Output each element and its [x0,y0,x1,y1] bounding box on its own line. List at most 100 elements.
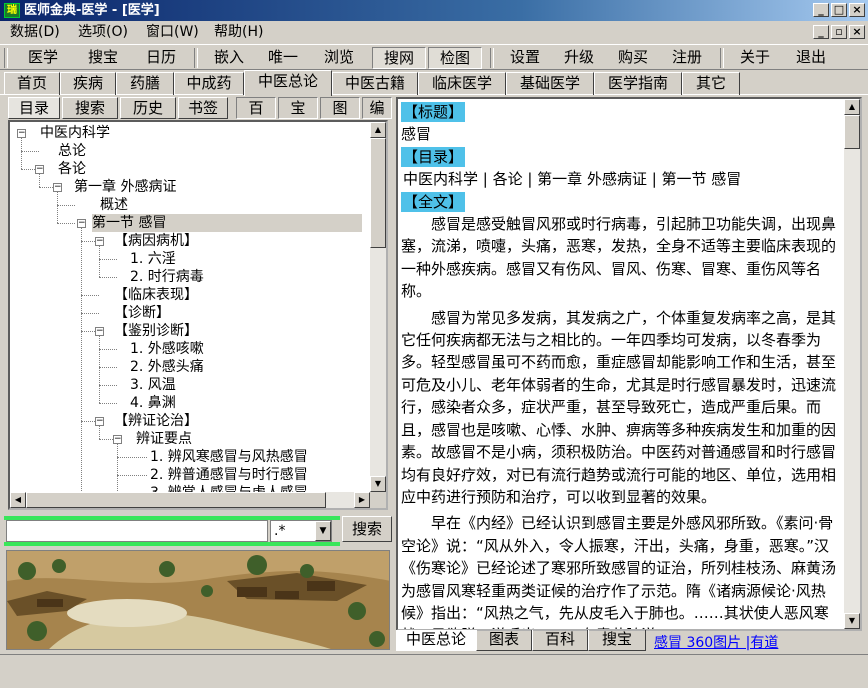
tree-node[interactable]: 【病因病机】 [114,232,198,250]
tab-tcm-article[interactable]: 中医总论 [396,630,476,651]
toolbar-about-button[interactable]: 关于 [730,47,780,69]
external-links[interactable]: 感冒 360图片 |有道 [654,632,778,652]
tree-node-selected[interactable]: 第一节 感冒 [92,214,362,232]
toc-heading-label: 【目录】 [401,146,466,167]
tab-baike[interactable]: 百 [236,97,276,119]
tab-edit[interactable]: 编 [362,97,392,119]
tree-node[interactable]: 1. 六淫 [130,250,176,268]
menu-data[interactable]: 数据(D) [6,23,64,41]
tab-history[interactable]: 历史 [120,97,176,119]
scroll-thumb[interactable] [26,492,326,508]
tab-disease[interactable]: 疾病 [60,72,116,95]
tab-treasure[interactable]: 宝 [278,97,318,119]
mdi-restore-button[interactable]: ▫ [831,25,847,39]
toolbar-exit-button[interactable]: 退出 [786,47,836,69]
tree-node[interactable]: 2. 辨普通感冒与时行感冒 [150,466,308,484]
tree-node[interactable]: 3. 风温 [130,376,176,394]
tree-expander[interactable]: − [17,129,26,138]
tree-node[interactable]: 2. 时行病毒 [130,268,204,286]
scroll-down-icon[interactable]: ▼ [370,476,386,492]
toolbar-embed-button[interactable]: 嵌入 [204,47,254,69]
scroll-thumb[interactable] [370,138,386,248]
tab-medical-guide[interactable]: 医学指南 [594,72,682,95]
tab-home[interactable]: 首页 [4,72,60,95]
tree-node[interactable]: 总论 [58,142,86,160]
article-paragraph: 感冒是感受触冒风邪或时行病毒，引起肺卫功能失调，出现鼻塞，流涕，喷嚏，头痛，恶寒… [401,215,837,301]
tab-other[interactable]: 其它 [682,72,740,95]
tree-expander[interactable]: − [77,219,86,228]
tree-horizontal-scrollbar[interactable]: ◀ ▶ [10,492,370,508]
mdi-minimize-button[interactable]: _ [813,25,829,39]
tab-diet[interactable]: 药膳 [116,72,174,95]
tree-node[interactable]: 各论 [58,160,86,178]
tree-vertical-scrollbar[interactable]: ▲ ▼ [370,122,386,492]
tree-node[interactable]: 1. 辨风寒感冒与风热感冒 [150,448,308,466]
scroll-up-icon[interactable]: ▲ [370,122,386,138]
mdi-close-button[interactable]: × [849,25,865,39]
tree-node[interactable]: 【诊断】 [114,304,170,322]
tab-catalog[interactable]: 目录 [8,97,60,119]
scroll-left-icon[interactable]: ◀ [10,492,26,508]
tree-node[interactable]: 辨证要点 [136,430,192,448]
search-button[interactable]: 搜索 [342,516,392,542]
tree-node[interactable]: 概述 [100,196,128,214]
tree-node[interactable]: 2. 外感头痛 [130,358,204,376]
tab-charts[interactable]: 图表 [476,630,532,651]
toolbar-medicine-button[interactable]: 医学 [18,47,68,69]
tab-basic-medicine[interactable]: 基础医学 [506,72,594,95]
article-breadcrumb: 中医内科学 | 各论 | 第一章 外感病证 | 第一节 感冒 [403,170,742,189]
scroll-down-icon[interactable]: ▼ [844,613,860,629]
tree-node[interactable]: 中医内科学 [40,124,110,142]
menu-help[interactable]: 帮助(H) [210,23,267,41]
toolbar-image-search-button[interactable]: 检图 [428,47,482,69]
tab-search[interactable]: 搜索 [62,97,118,119]
tree-node[interactable]: 第一章 外感病证 [74,178,176,196]
close-button[interactable]: × [849,3,865,17]
chevron-down-icon[interactable]: ▼ [315,521,331,541]
tree-node[interactable]: 【鉴别诊断】 [114,322,198,340]
article-pane[interactable]: 【标题】 感冒 【目录】 中医内科学 | 各论 | 第一章 外感病证 | 第一节… [396,97,862,631]
tab-search-treasure[interactable]: 搜宝 [588,630,646,651]
toolbar-calendar-button[interactable]: 日历 [136,47,186,69]
tab-tcm-general[interactable]: 中医总论 [244,70,332,96]
tab-encyclopedia[interactable]: 百科 [532,630,588,651]
tree-node[interactable]: 4. 鼻渊 [130,394,176,412]
toolbar-buy-button[interactable]: 购买 [608,47,658,69]
toolbar-settings-button[interactable]: 设置 [500,47,550,69]
tree-expander[interactable]: − [95,327,104,336]
app-icon: 瑞 [4,3,20,18]
scroll-thumb[interactable] [844,115,860,149]
toolbar-browse-button[interactable]: 浏览 [314,47,364,69]
tab-bookmark[interactable]: 书签 [178,97,228,119]
tree-node[interactable]: 【辨证论治】 [114,412,198,430]
menu-window[interactable]: 窗口(W) [142,23,203,41]
regex-select[interactable]: .* ▼ [270,520,332,542]
tab-clinical-medicine[interactable]: 临床医学 [418,72,506,95]
tab-image[interactable]: 图 [320,97,360,119]
tab-tcm-classics[interactable]: 中医古籍 [332,72,418,95]
tree-node[interactable]: 1. 外感咳嗽 [130,340,204,358]
tree-node[interactable]: 【临床表现】 [114,286,198,304]
minimize-button[interactable]: _ [813,3,829,17]
menu-options[interactable]: 选项(O) [74,23,132,41]
toolbar-register-button[interactable]: 注册 [662,47,712,69]
regex-select-value: .* [274,523,286,539]
tree-expander[interactable]: − [95,237,104,246]
window-title: 医师金典-医学 - [医学] [24,3,160,18]
article-vertical-scrollbar[interactable]: ▲ ▼ [844,99,860,629]
toolbar-unique-button[interactable]: 唯一 [258,47,308,69]
toolbar-upgrade-button[interactable]: 升级 [554,47,604,69]
toolbar-search-treasure-button[interactable]: 搜宝 [78,47,128,69]
tree-expander[interactable]: − [95,417,104,426]
tree-expander[interactable]: − [113,435,122,444]
catalog-tree[interactable]: − − − − − − − − 中医内科学 总论 各论 第一章 外感病证 概述 … [8,120,388,510]
scroll-right-icon[interactable]: ▶ [354,492,370,508]
tab-patent-medicine[interactable]: 中成药 [174,72,244,95]
maximize-button[interactable]: □ [831,3,847,17]
toolbar-web-search-button[interactable]: 搜网 [372,47,426,69]
tree-expander[interactable]: − [53,183,62,192]
tree-expander[interactable]: − [35,165,44,174]
scroll-up-icon[interactable]: ▲ [844,99,860,115]
toolbar-separator [490,48,494,68]
search-input[interactable] [6,520,268,542]
